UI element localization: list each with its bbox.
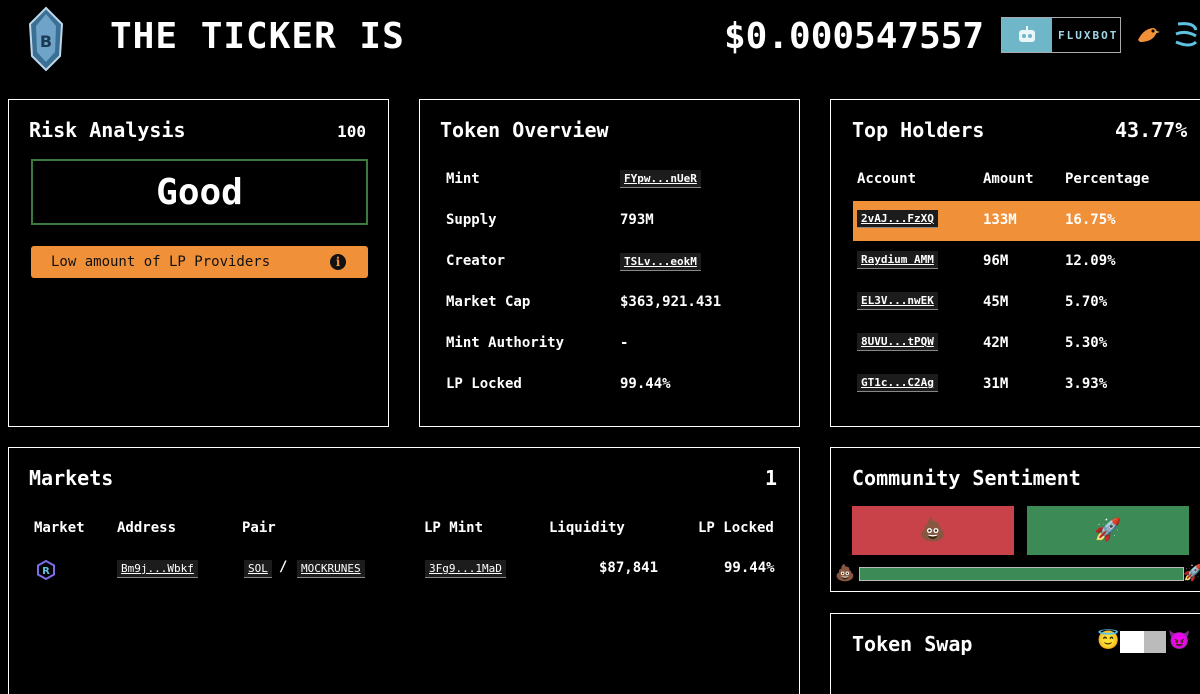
rocket-icon: 🚀 xyxy=(1094,518,1122,543)
markets-col-address: Address xyxy=(117,520,177,536)
holder-amount: 42M xyxy=(983,335,1009,351)
pair-base-link[interactable]: SOL xyxy=(244,560,272,578)
market-lp-locked: 99.44% xyxy=(724,560,775,576)
holder-account-link[interactable]: EL3V...nwEK xyxy=(857,292,938,310)
holders-col-amount: Amount xyxy=(983,171,1034,187)
markets-col-lp-mint: LP Mint xyxy=(424,520,484,536)
crystal-logo-icon[interactable]: B xyxy=(26,6,66,72)
overview-label-market-cap: Market Cap xyxy=(446,294,531,310)
robot-icon xyxy=(1002,18,1052,52)
overview-title: Token Overview xyxy=(440,118,609,142)
holder-amount: 31M xyxy=(983,376,1009,392)
overview-label-lp-locked: LP Locked xyxy=(446,376,522,392)
overview-value-lp-locked: 99.44% xyxy=(620,376,671,392)
markets-col-market: Market xyxy=(34,520,85,536)
poop-icon: 💩 xyxy=(835,563,855,582)
holder-row: 2vAJ...FzXQ 133M 16.75% xyxy=(853,201,1200,241)
devil-icon: 😈 xyxy=(1168,630,1191,651)
overview-value-supply: 793M xyxy=(620,212,654,228)
sentiment-title: Community Sentiment xyxy=(852,466,1081,490)
holder-account-link[interactable]: GT1c...C2Ag xyxy=(857,374,938,392)
risk-analysis-panel: Risk Analysis 100 Good Low amount of LP … xyxy=(8,99,389,427)
risk-warning[interactable]: Low amount of LP Providers i xyxy=(31,246,368,278)
lp-mint-link[interactable]: 3Fg9...1MaD xyxy=(425,560,506,578)
svg-text:R: R xyxy=(42,566,50,577)
markets-col-pair: Pair xyxy=(242,520,276,536)
vote-bad-button[interactable]: 💩 xyxy=(852,506,1014,555)
markets-title: Markets xyxy=(29,466,114,490)
bird-icon[interactable] xyxy=(1134,22,1160,48)
holders-title: Top Holders xyxy=(852,118,985,142)
overview-label-supply: Supply xyxy=(446,212,497,228)
token-swap-panel: Token Swap 😇 😈 xyxy=(830,613,1200,694)
holder-percentage: 16.75% xyxy=(1065,212,1116,228)
community-sentiment-panel: Community Sentiment 💩 🚀 💩 🚀 xyxy=(830,447,1200,592)
mint-address-link[interactable]: FYpw...nUeR xyxy=(620,170,701,188)
overview-value-market-cap: $363,921.431 xyxy=(620,294,722,310)
overview-label-mint: Mint xyxy=(446,171,480,187)
info-icon[interactable]: i xyxy=(330,254,346,270)
holder-percentage: 3.93% xyxy=(1065,376,1108,392)
risk-rating-text: Good xyxy=(156,171,243,213)
holder-account-link[interactable]: 8UVU...tPQW xyxy=(857,333,938,351)
sentiment-bar xyxy=(859,567,1184,581)
holder-row: GT1c...C2Ag 31M 3.93% xyxy=(853,365,1200,405)
market-address-link[interactable]: Bm9j...Wbkf xyxy=(117,560,198,578)
risk-title: Risk Analysis xyxy=(29,118,186,142)
mode-toggle[interactable] xyxy=(1120,631,1166,653)
market-liquidity: $87,841 xyxy=(599,560,659,576)
markets-col-lp-locked: LP Locked xyxy=(698,520,774,536)
risk-warning-text: Low amount of LP Providers xyxy=(51,254,271,270)
holder-row: EL3V...nwEK 45M 5.70% xyxy=(853,283,1200,323)
angel-icon: 😇 xyxy=(1097,630,1120,651)
holder-amount: 45M xyxy=(983,294,1009,310)
pair-quote-link[interactable]: MOCKRUNES xyxy=(297,560,365,578)
markets-panel: Markets 1 Market Address Pair LP Mint Li… xyxy=(8,447,800,694)
holder-amount: 133M xyxy=(983,212,1017,228)
swap-title: Token Swap xyxy=(852,632,973,656)
risk-rating: Good xyxy=(31,159,368,225)
top-holders-panel: Top Holders 43.77% Account Amount Percen… xyxy=(830,99,1200,427)
markets-col-liquidity: Liquidity xyxy=(549,520,625,536)
holder-amount: 96M xyxy=(983,253,1009,269)
poop-icon: 💩 xyxy=(919,518,947,543)
solana-icon[interactable] xyxy=(1172,20,1200,50)
overview-label-mint-authority: Mint Authority xyxy=(446,335,565,351)
overview-value-mint-authority: - xyxy=(620,335,629,351)
overview-label-creator: Creator xyxy=(446,253,506,269)
holders-col-account: Account xyxy=(857,171,917,187)
holder-percentage: 5.70% xyxy=(1065,294,1108,310)
creator-address-link[interactable]: TSLv...eokM xyxy=(620,253,701,271)
fluxbot-button[interactable]: FLUXBOT xyxy=(1001,17,1121,53)
rocket-icon: 🚀 xyxy=(1183,563,1200,582)
toggle-knob[interactable] xyxy=(1120,631,1144,653)
pair-separator: / xyxy=(279,559,288,575)
holder-percentage: 12.09% xyxy=(1065,253,1116,269)
fluxbot-label: FLUXBOT xyxy=(1058,28,1119,42)
holders-col-percentage: Percentage xyxy=(1065,171,1150,187)
holder-account-link[interactable]: 2vAJ...FzXQ xyxy=(857,210,938,228)
holders-total: 43.77% xyxy=(1115,118,1188,142)
vote-good-button[interactable]: 🚀 xyxy=(1027,506,1189,555)
holder-row: Raydium AMM 96M 12.09% xyxy=(853,242,1200,282)
holder-row: 8UVU...tPQW 42M 5.30% xyxy=(853,324,1200,364)
risk-score: 100 xyxy=(337,122,366,141)
holder-percentage: 5.30% xyxy=(1065,335,1108,351)
raydium-icon[interactable]: R xyxy=(36,560,56,580)
token-overview-panel: Token Overview Mint FYpw...nUeR Supply 7… xyxy=(419,99,800,427)
svg-text:B: B xyxy=(40,32,52,51)
markets-count: 1 xyxy=(764,466,777,490)
page-title: THE TICKER IS xyxy=(110,16,405,57)
token-price: $0.000547557 xyxy=(724,16,985,57)
holder-account-link[interactable]: Raydium AMM xyxy=(857,251,938,269)
